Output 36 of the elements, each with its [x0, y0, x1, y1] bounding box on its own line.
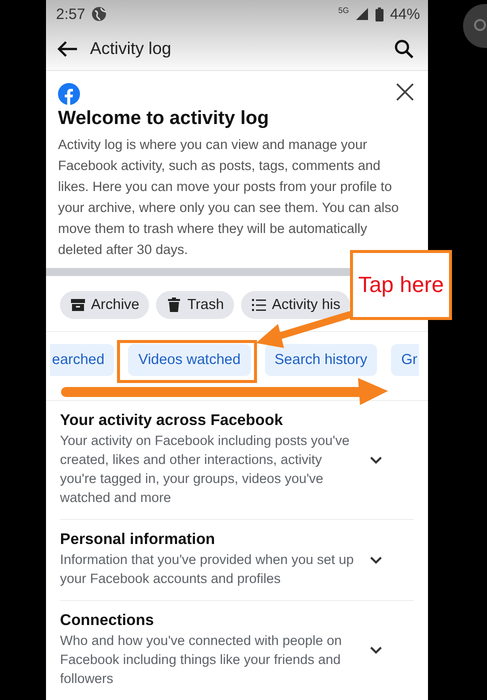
- back-arrow-icon[interactable]: [56, 40, 78, 58]
- signal-icon: [354, 7, 369, 21]
- section-row[interactable]: Personal information Information that you've provided when you set up your Facebook accounts and profiles: [60, 520, 414, 601]
- filter-chip[interactable]: Trash: [156, 291, 234, 319]
- facebook-logo-icon: [58, 83, 80, 105]
- chevron-down-icon[interactable]: [370, 556, 382, 564]
- section-description: Your activity on Facebook including posts you've created, likes and other interactions, activity you're tagged in, your groups, videos you've watched and more: [60, 432, 350, 507]
- screen-title: Activity log: [90, 39, 172, 59]
- network-type: 5G: [338, 6, 349, 15]
- section-title: Connections: [60, 612, 155, 630]
- battery-icon: [374, 6, 384, 22]
- floating-bubble-icon: [463, 4, 487, 48]
- category-tab[interactable]: earched: [50, 344, 114, 376]
- section-row[interactable]: Your activity across Facebook Your activity on Facebook including posts you've created, likes and other interactions, activity you're tagged in, your groups, videos you've watched and more: [60, 401, 414, 520]
- section-row[interactable]: Connections Who and how you've connected with people on Facebook including things like your friends and followers: [60, 601, 414, 700]
- section-description: Information that you've provided when you set up your Facebook accounts and profiles: [60, 551, 355, 588]
- trash-can-icon: [166, 297, 182, 313]
- category-tab[interactable]: Videos watched: [128, 344, 251, 376]
- filter-chip[interactable]: Activity his: [240, 291, 350, 319]
- search-icon[interactable]: [394, 39, 414, 59]
- section-title: Your activity across Facebook: [60, 412, 284, 430]
- chevron-down-icon[interactable]: [370, 646, 382, 654]
- category-tab[interactable]: Search history: [264, 344, 378, 376]
- close-icon[interactable]: [396, 83, 414, 101]
- section-title: Personal information: [60, 531, 216, 549]
- category-tab[interactable]: Gr: [391, 344, 420, 376]
- globe-icon: [91, 6, 108, 22]
- archive-box-icon: [70, 297, 86, 313]
- filter-chip[interactable]: Archive: [60, 291, 150, 319]
- battery-level: 44%: [390, 6, 420, 22]
- callout-label: Tap here: [350, 250, 452, 320]
- card-title: Welcome to activity log: [58, 108, 270, 130]
- chevron-down-icon[interactable]: [370, 456, 382, 464]
- section-description: Who and how you've connected with people on Facebook including things like your friends and followers: [60, 632, 343, 688]
- clock-time: 2:57: [56, 6, 86, 22]
- list-icon: [250, 297, 267, 313]
